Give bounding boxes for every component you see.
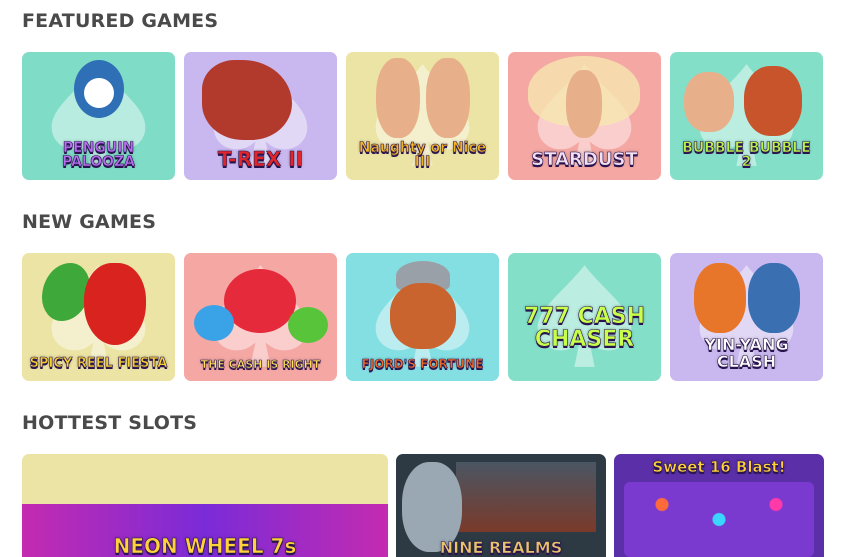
new-games-row: SPICY REEL FIESTA THE CASH IS RIGHT FJOR…	[22, 253, 824, 381]
featured-games-row: PENGUIN PALOOZA T-REX II Naughty or Nice…	[22, 52, 824, 180]
hottest-slots-row: NEON WHEEL 7s NINE REALMS Sweet 16 Blast…	[22, 454, 824, 557]
red-pig-character-image	[224, 269, 296, 333]
game-tile-stardust[interactable]: STARDUST	[508, 52, 661, 180]
game-tile-penguin-palooza[interactable]: PENGUIN PALOOZA	[22, 52, 175, 180]
game-title: YIN-YANG CLASH	[704, 335, 789, 372]
game-tile-t-rex-ii[interactable]: T-REX II	[184, 52, 337, 180]
game-title: 777 CASH CHASER	[523, 303, 646, 352]
game-tile-bubble-bubble-2[interactable]: BUBBLE BUBBLE 2	[670, 52, 823, 180]
game-title: NINE REALMS	[439, 538, 563, 557]
penguin-face-image	[84, 78, 114, 108]
witch-character-left-image	[684, 72, 734, 132]
game-tile-the-cash-is-right[interactable]: THE CASH IS RIGHT	[184, 253, 337, 381]
game-tile-fjords-fortune[interactable]: FJORD'S FORTUNE	[346, 253, 499, 381]
game-title: SPICY REEL FIESTA	[29, 356, 168, 372]
game-title: Sweet 16 Blast!	[652, 458, 786, 476]
slot-reels-image	[456, 462, 596, 532]
game-tile-naughty-or-nice-iii[interactable]: Naughty or Nice III	[346, 52, 499, 180]
green-pig-character-image	[288, 307, 328, 343]
game-title: T-REX II	[217, 147, 304, 171]
game-tile-sweet-16-blast[interactable]: Sweet 16 Blast!	[614, 454, 824, 557]
game-title: STARDUST	[531, 149, 638, 171]
game-title: NEON WHEEL 7s	[113, 534, 297, 557]
game-tile-777-cash-chaser[interactable]: 777 CASH CHASER	[508, 253, 661, 381]
chili-pepper-character-image	[84, 263, 146, 345]
blue-pig-character-image	[194, 305, 234, 341]
viking-character-image	[390, 283, 456, 349]
candy-grid-image	[624, 482, 814, 557]
witch-character-right-image	[744, 66, 802, 136]
game-tile-neon-wheel-7s[interactable]: NEON WHEEL 7s	[22, 454, 388, 557]
hottest-slots-heading: HOTTEST SLOTS	[22, 412, 198, 434]
ice-ninja-character-image	[748, 263, 800, 333]
elf-character-left-image	[376, 58, 420, 138]
game-title: Naughty or Nice III	[358, 139, 487, 171]
fairy-character-image	[566, 70, 602, 138]
game-title: BUBBLE BUBBLE 2	[682, 139, 811, 171]
game-tile-spicy-reel-fiesta[interactable]: SPICY REEL FIESTA	[22, 253, 175, 381]
fire-warrior-character-image	[694, 263, 746, 333]
new-games-heading: NEW GAMES	[22, 211, 157, 233]
game-title: PENGUIN PALOOZA	[61, 139, 136, 171]
game-tile-nine-realms[interactable]: NINE REALMS	[396, 454, 606, 557]
elf-character-right-image	[426, 58, 470, 138]
game-title: FJORD'S FORTUNE	[361, 357, 484, 372]
game-title: THE CASH IS RIGHT	[200, 358, 321, 372]
game-tile-yin-yang-clash[interactable]: YIN-YANG CLASH	[670, 253, 823, 381]
featured-games-heading: FEATURED GAMES	[22, 10, 219, 32]
